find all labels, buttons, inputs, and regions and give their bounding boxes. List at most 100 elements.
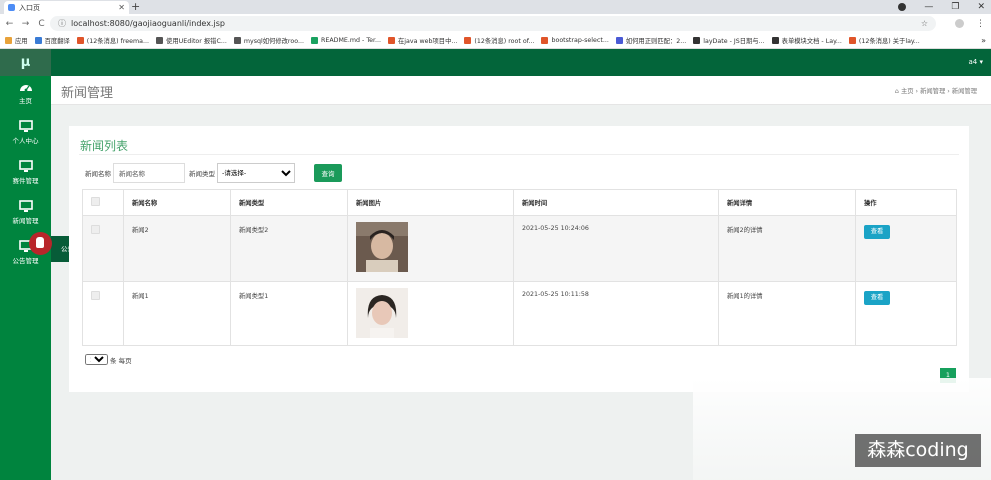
bookmark-favicon-icon: [76, 37, 84, 44]
menu-dots-icon[interactable]: ⋮: [976, 19, 985, 29]
news-image-cell: [347, 215, 514, 282]
browser-actions: ⋮: [955, 19, 985, 29]
type-label: 新闻类型: [189, 170, 215, 178]
watermark: 森森coding: [855, 434, 981, 467]
bookmark-item[interactable]: (12条消息) root of...: [464, 36, 534, 45]
new-tab-button[interactable]: +: [131, 0, 140, 13]
bookmark-item[interactable]: bootstrap-select...: [541, 37, 609, 44]
bookmark-favicon-icon: [387, 37, 395, 44]
bookmark-label: mysql如何修改roo...: [243, 38, 304, 45]
table-row: 新闻1 新闻类型1 2021-05-25 10:11:58 新闻1的详情 查看: [82, 281, 957, 346]
bookmark-item[interactable]: 表单模块文档 - Lay...: [771, 36, 842, 45]
query-button[interactable]: 查询: [314, 164, 342, 182]
bookmark-item[interactable]: 在java web项目中...: [387, 36, 457, 45]
sidebar-item-home[interactable]: 主页: [0, 81, 51, 117]
bookmark-label: 如何用正则匹配：2...: [625, 38, 687, 45]
bookmark-item[interactable]: README.md - Ter...: [310, 37, 381, 44]
bookmark-item[interactable]: 应用: [5, 36, 28, 45]
page-size-select[interactable]: 10: [85, 354, 108, 365]
tab-favicon-icon: [8, 4, 15, 11]
sidebar-item-profile[interactable]: 个人中心: [0, 120, 51, 156]
news-time-cell: 2021-05-25 10:11:58: [513, 281, 719, 346]
bookmark-item[interactable]: (12条消息) 关于lay...: [848, 36, 920, 45]
column-header: 新闻详情: [718, 189, 856, 216]
more-bookmarks-icon[interactable]: »: [981, 36, 986, 45]
news-table: 新闻名称 新闻类型 新闻图片 新闻时间 新闻详情 操作 新闻2 新闻类型2 20…: [82, 189, 957, 346]
bookmark-favicon-icon: [848, 37, 856, 44]
minimize-button[interactable]: —: [924, 2, 933, 12]
table-row: 新闻2 新闻类型2 2021-05-25 10:24:06 新闻2的详情 查看: [82, 215, 957, 282]
news-thumbnail[interactable]: [356, 222, 408, 272]
view-button[interactable]: 查看: [864, 225, 890, 239]
row-checkbox[interactable]: [91, 291, 100, 300]
bookmarks-bar: 应用 百度翻译 (12条消息) freema... 使用UEditor 报错C... m…: [0, 33, 991, 49]
row-select-cell: [82, 281, 124, 346]
row-checkbox[interactable]: [91, 225, 100, 234]
table-header-row: 新闻名称 新闻类型 新闻图片 新闻时间 新闻详情 操作: [82, 189, 957, 216]
select-all-checkbox[interactable]: [91, 197, 100, 206]
breadcrumb: ⌂ 主页 › 新闻管理 › 新闻管理: [895, 86, 977, 95]
bookmark-label: (12条消息) freema...: [86, 38, 150, 45]
bookmark-item[interactable]: mysql如何修改roo...: [233, 36, 304, 45]
breadcrumb-section[interactable]: 新闻管理: [920, 88, 945, 95]
news-detail-cell: 新闻1的详情: [718, 281, 856, 346]
bookmark-star-icon[interactable]: ☆: [921, 19, 928, 28]
window-controls: — ❐ ✕: [898, 0, 985, 14]
column-header: 新闻名称: [123, 189, 231, 216]
profile-indicator-icon[interactable]: [898, 3, 907, 11]
restore-button[interactable]: ❐: [951, 2, 959, 12]
search-form: 新闻名称 新闻类型 -请选择- 查询: [85, 163, 342, 183]
news-image-cell: [347, 281, 514, 346]
forward-button[interactable]: →: [19, 19, 32, 29]
bookmark-item[interactable]: 如何用正则匹配：2...: [615, 36, 687, 45]
row-select-cell: [82, 215, 124, 282]
breadcrumb-home[interactable]: 主页: [901, 88, 914, 95]
page-size-suffix: 条 每页: [110, 356, 132, 365]
bookmark-item[interactable]: layDate - JS日期与...: [693, 36, 765, 45]
app-logo: μ: [0, 49, 51, 76]
sidebar-item-events[interactable]: 赛件管理: [0, 160, 51, 196]
close-window-button[interactable]: ✕: [977, 2, 985, 12]
column-header: 新闻时间: [513, 189, 719, 216]
bookmark-favicon-icon: [233, 37, 241, 44]
divider: [79, 154, 959, 155]
bookmark-favicon-icon: [464, 37, 472, 44]
bookmark-label: (12条消息) 关于lay...: [858, 38, 920, 45]
pointer-cursor-icon: [29, 232, 52, 255]
bookmark-label: layDate - JS日期与...: [703, 38, 765, 45]
sidebar-item-label: 主页: [19, 97, 32, 105]
browser-tab[interactable]: 入口页 ✕: [4, 1, 129, 14]
bookmark-label: bootstrap-select...: [551, 37, 609, 44]
bookmark-label: (12条消息) root of...: [474, 38, 535, 45]
apps-grid-icon: [5, 37, 12, 44]
close-tab-icon[interactable]: ✕: [118, 3, 125, 12]
page-size-control: 10 条 每页: [85, 354, 132, 365]
site-info-icon[interactable]: ⓘ: [58, 18, 66, 29]
bookmark-item[interactable]: (12条消息) freema...: [76, 36, 150, 45]
home-icon: ⌂: [894, 88, 899, 95]
news-thumbnail[interactable]: [356, 288, 408, 338]
monitor-icon: [18, 200, 33, 212]
address-bar-row: ← → C ⓘ localhost:8080/gaojiaoguanli/ind…: [0, 14, 991, 33]
page-header: 新闻管理 ⌂ 主页 › 新闻管理 › 新闻管理: [51, 76, 991, 105]
browser-tab-strip: 入口页 ✕ + — ❐ ✕: [0, 0, 991, 14]
back-button[interactable]: ←: [3, 19, 16, 29]
news-type-select[interactable]: -请选择-: [217, 163, 295, 183]
view-button[interactable]: 查看: [864, 291, 890, 305]
user-menu[interactable]: a4 ▾: [969, 49, 983, 76]
bookmark-item[interactable]: 使用UEditor 报错C...: [156, 36, 227, 45]
breadcrumb-current: 新闻管理: [951, 88, 977, 95]
account-avatar[interactable]: [955, 19, 964, 28]
monitor-icon: [18, 120, 33, 132]
url-text: localhost:8080/gaojiaoguanli/index.jsp: [71, 19, 225, 28]
news-detail-cell: 新闻2的详情: [718, 215, 856, 282]
url-field[interactable]: ⓘ localhost:8080/gaojiaoguanli/index.jsp…: [50, 16, 936, 31]
news-name-input[interactable]: [113, 163, 185, 183]
dashboard-icon: [19, 85, 32, 92]
bookmark-label: 表单模块文档 - Lay...: [781, 38, 842, 45]
bookmark-item[interactable]: 百度翻译: [34, 36, 70, 45]
sidebar-item-news[interactable]: 新闻管理: [0, 200, 51, 236]
bookmark-label: 应用: [15, 38, 28, 45]
sidebar-item-label: 公告管理: [12, 257, 39, 265]
reload-button[interactable]: C: [35, 19, 48, 29]
